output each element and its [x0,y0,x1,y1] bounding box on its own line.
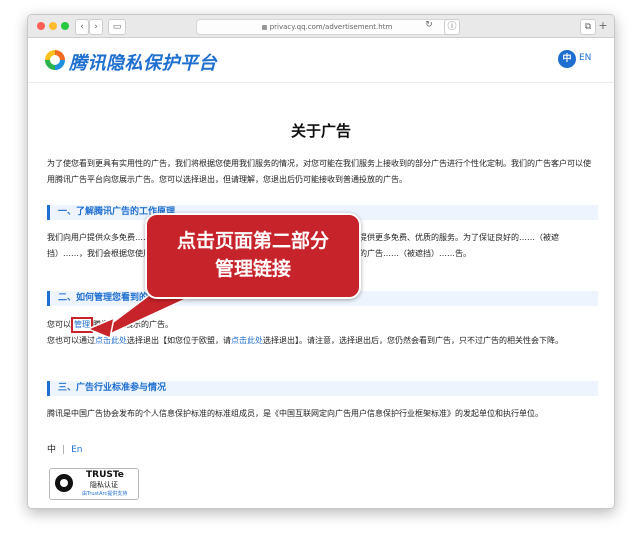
truste-subtitle: 隐私认证 [90,481,118,489]
manage-link[interactable]: 管理 [71,317,93,333]
reload-icon: ↻ [425,20,433,30]
truste-logo-icon [55,474,73,492]
tabs-icon: ⧉ [584,22,592,32]
reload-button[interactable]: ↻ [424,20,434,30]
manage-line: 您可以 管理 腾讯为您展示的广告。 [47,317,595,333]
callout-line-2: 管理链接 [214,258,291,280]
back-button[interactable]: ‹ [75,19,89,35]
logo-text: 腾讯隐私保护平台 [69,53,217,74]
url-text: privacy.qq.com/advertisement.htm [269,23,393,31]
eu-opt-out-link[interactable]: 点击此处 [231,336,263,345]
page-title: 关于广告 [290,122,351,140]
truste-badge[interactable]: TRUSTe 隐私认证 由TrustArc提供支持 [49,468,139,500]
address-bar[interactable]: privacy.qq.com/advertisement.htm [196,19,458,35]
browser-titlebar: ‹ › ▭ privacy.qq.com/advertisement.htm ↻… [28,15,614,38]
header-divider [28,82,614,83]
intro-paragraph: 为了使您看到更具有实用性的广告，我们将根据您使用我们服务的情况，对您可能在我们服… [47,159,591,184]
section-body-3: 腾讯是中国广告协会发布的个人信息保护标准的标准组成员，是《中国互联网定向广告用户… [47,409,543,418]
zoom-window-button[interactable] [61,22,69,30]
tencent-logo-icon [45,50,65,70]
chevron-left-icon: ‹ [80,22,84,32]
opt-out-line: 您也可以通过点击此处选择退出【如您位于欧盟，请点击此处选择退出】。请注意，选择退… [47,336,563,345]
truste-title: TRUSTe [86,470,124,480]
info-icon: ⓘ [447,22,457,32]
instruction-callout: 点击页面第二部分 管理链接 [145,213,361,299]
opt-out-link[interactable]: 点击此处 [95,336,127,345]
section-heading-3: 三、广告行业标准参与情况 [47,381,598,396]
plus-icon: + [598,19,608,32]
footer-lang-en[interactable]: En [71,445,82,455]
lang-zh-button[interactable]: 中 [558,50,576,68]
section-body-2: 您可以 管理 腾讯为您展示的广告。 您也可以通过点击此处选择退出【如您位于欧盟，请点… [47,317,595,349]
chevron-right-icon: › [94,22,98,32]
new-tab-button[interactable]: + [598,19,608,33]
close-window-button[interactable] [37,22,45,30]
show-tabs-button[interactable]: ⧉ [580,19,596,35]
site-info-button[interactable]: ⓘ [444,19,460,35]
footer-lang-zh[interactable]: 中 [47,445,56,455]
lang-en-button[interactable]: EN [579,53,591,63]
forward-button[interactable]: › [89,19,103,35]
callout-line-1: 点击页面第二部分 [176,230,329,252]
truste-provider: 由TrustArc提供支持 [82,491,128,497]
lock-icon [261,24,267,30]
footer-language-switch: 中 | En [47,442,82,455]
footer-lang-separator: | [62,445,66,455]
minimize-window-button[interactable] [49,22,57,30]
sidebar-icon: ▭ [112,22,122,32]
sidebar-toggle-button[interactable]: ▭ [108,19,126,35]
